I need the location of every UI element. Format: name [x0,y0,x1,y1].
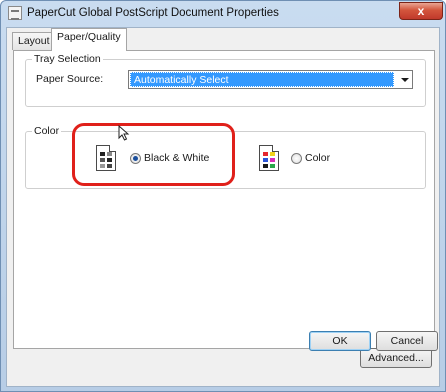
printer-icon [8,6,22,20]
paper-source-value: Automatically Select [130,72,394,87]
paper-source-select[interactable]: Automatically Select [128,70,413,89]
bw-document-icon [96,145,116,171]
paper-quality-panel: Tray Selection Paper Source: Automatical… [13,50,435,368]
radio-color[interactable] [291,153,302,164]
radio-black-white[interactable] [130,153,141,164]
color-block-icon [270,158,275,162]
tray-selection-title: Tray Selection [32,53,103,65]
chevron-down-icon[interactable] [401,78,409,82]
bw-block-icon [107,164,112,168]
color-block-icon [263,158,268,162]
tray-selection-group: Tray Selection Paper Source: Automatical… [25,53,426,107]
color-label[interactable]: Color [305,152,330,164]
paper-source-label: Paper Source: [36,73,104,85]
color-group-title: Color [32,125,62,137]
color-document-icon [259,145,279,171]
bw-block-icon [100,152,105,156]
bw-block-icon [107,152,112,156]
bw-block-icon [100,158,105,162]
ok-button[interactable]: OK [309,331,371,351]
advanced-button[interactable]: Advanced... [360,348,432,368]
bw-block-icon [100,164,105,168]
bw-block-icon [107,158,112,162]
color-group: Color Black & White Color [25,125,426,189]
color-block-icon [270,164,275,168]
mouse-cursor-icon [118,125,130,141]
cancel-button[interactable]: Cancel [376,331,438,351]
properties-dialog: PaperCut Global PostScript Document Prop… [0,0,446,392]
close-button[interactable]: x [399,2,443,20]
tab-paper-quality[interactable]: Paper/Quality [51,28,127,51]
window-title: PaperCut Global PostScript Document Prop… [27,7,279,19]
color-block-icon [270,152,275,156]
black-white-label[interactable]: Black & White [144,152,209,164]
title-bar[interactable]: PaperCut Global PostScript Document Prop… [1,1,445,27]
color-block-icon [263,152,268,156]
dialog-client-area: Layout Paper/Quality Tray Selection Pape… [6,27,440,387]
tab-layout[interactable]: Layout [12,32,56,50]
color-block-icon [263,164,268,168]
